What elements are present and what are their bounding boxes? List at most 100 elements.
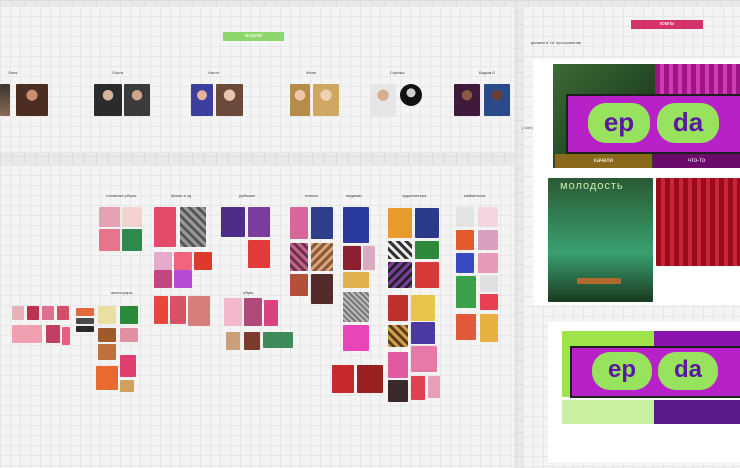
- clothing-photo[interactable]: [478, 230, 498, 250]
- clothing-photo[interactable]: [388, 352, 408, 378]
- clothing-photo[interactable]: [244, 332, 260, 350]
- clothing-photo[interactable]: [180, 207, 206, 247]
- clothing-photo[interactable]: [478, 253, 498, 273]
- curtain-reference-photo[interactable]: [656, 178, 740, 266]
- clothing-photo[interactable]: [99, 207, 120, 227]
- clothing-photo[interactable]: [76, 326, 94, 332]
- clothing-photo[interactable]: [154, 270, 172, 288]
- clothing-photo[interactable]: [46, 325, 60, 343]
- clothing-photo[interactable]: [411, 346, 437, 372]
- model-photo[interactable]: [370, 84, 396, 116]
- clothing-photo[interactable]: [248, 207, 270, 237]
- clothing-photo[interactable]: [480, 276, 498, 292]
- clothing-photo[interactable]: [428, 376, 440, 398]
- model-photo[interactable]: [400, 84, 422, 106]
- clothing-photo[interactable]: [343, 246, 361, 270]
- clothing-photo[interactable]: [98, 328, 116, 342]
- clothing-photo[interactable]: [12, 325, 42, 343]
- clothing-photo[interactable]: [122, 207, 142, 227]
- clothing-photo[interactable]: [57, 306, 69, 320]
- clothing-photo[interactable]: [154, 252, 172, 270]
- clothing-photo[interactable]: [411, 376, 425, 400]
- category-label-accessories: аксессуары: [111, 290, 133, 295]
- model-photo[interactable]: [290, 84, 310, 116]
- clothing-photo[interactable]: [96, 366, 118, 390]
- computers-section-tag[interactable]: компы: [631, 20, 703, 29]
- clothing-photo[interactable]: [343, 292, 369, 322]
- model-photo[interactable]: [313, 84, 339, 116]
- model-photo[interactable]: [94, 84, 122, 116]
- clothing-photo[interactable]: [480, 294, 498, 310]
- clothing-photo[interactable]: [170, 296, 186, 324]
- clothing-photo[interactable]: [188, 296, 210, 326]
- clothing-photo[interactable]: [174, 252, 192, 270]
- clothing-photo[interactable]: [224, 298, 242, 326]
- clothing-photo[interactable]: [388, 325, 408, 347]
- model-photo[interactable]: [16, 84, 48, 116]
- clothing-photo[interactable]: [174, 270, 192, 288]
- model-name-seryozha: Сережа: [390, 70, 405, 75]
- clothing-photo[interactable]: [456, 230, 474, 250]
- clothing-photo[interactable]: [411, 322, 435, 344]
- clothing-photo[interactable]: [311, 207, 333, 239]
- clothing-photo[interactable]: [411, 295, 435, 321]
- clothing-photo[interactable]: [98, 344, 116, 360]
- clothing-photo[interactable]: [27, 306, 39, 320]
- clothing-photo[interactable]: [478, 207, 498, 227]
- clothing-photo[interactable]: [120, 355, 136, 377]
- clothing-photo[interactable]: [388, 262, 412, 288]
- clothing-photo[interactable]: [415, 262, 439, 288]
- clothing-photo[interactable]: [415, 241, 439, 259]
- clothing-photo[interactable]: [363, 246, 375, 270]
- model-photo[interactable]: [124, 84, 150, 116]
- clothing-photo[interactable]: [12, 306, 24, 320]
- clothing-photo[interactable]: [264, 300, 278, 326]
- clothing-photo[interactable]: [122, 229, 142, 251]
- clothing-photo[interactable]: [290, 207, 308, 239]
- clothing-photo[interactable]: [62, 327, 70, 345]
- clothing-photo[interactable]: [290, 243, 308, 271]
- clothing-photo[interactable]: [343, 325, 369, 351]
- clothing-photo[interactable]: [244, 298, 262, 326]
- clothing-photo[interactable]: [311, 274, 333, 304]
- clothing-photo[interactable]: [343, 272, 369, 288]
- model-photo[interactable]: [0, 84, 10, 116]
- model-photo[interactable]: [216, 84, 243, 116]
- clothing-photo[interactable]: [388, 241, 412, 259]
- clothing-photo[interactable]: [76, 318, 94, 324]
- clothing-photo[interactable]: [415, 208, 439, 238]
- clothing-photo[interactable]: [456, 276, 476, 308]
- clothing-photo[interactable]: [99, 229, 120, 251]
- clothing-photo[interactable]: [480, 314, 498, 342]
- clothing-photo[interactable]: [120, 328, 138, 342]
- clothing-photo[interactable]: [221, 207, 245, 237]
- models-section-tag[interactable]: модели: [223, 32, 284, 41]
- clothing-photo[interactable]: [456, 314, 476, 340]
- clothing-photo[interactable]: [388, 380, 408, 402]
- clothing-photo[interactable]: [388, 295, 408, 321]
- model-photo[interactable]: [191, 84, 213, 116]
- clothing-photo[interactable]: [290, 274, 308, 296]
- model-photo[interactable]: [454, 84, 480, 116]
- category-label-dresses: платья: [305, 193, 318, 198]
- clothing-photo[interactable]: [456, 253, 474, 273]
- clothing-photo[interactable]: [343, 207, 369, 243]
- model-photo[interactable]: [484, 84, 510, 116]
- clothing-photo[interactable]: [120, 380, 134, 392]
- clothing-photo[interactable]: [76, 308, 94, 316]
- clothing-photo[interactable]: [248, 240, 270, 268]
- clothing-photo[interactable]: [226, 332, 240, 350]
- clothing-photo[interactable]: [154, 296, 168, 324]
- clothing-photo[interactable]: [154, 207, 176, 247]
- clothing-photo[interactable]: [194, 252, 212, 270]
- clothing-photo[interactable]: [332, 365, 354, 393]
- clothing-photo[interactable]: [120, 306, 138, 324]
- clothing-photo[interactable]: [357, 365, 383, 393]
- clothing-photo[interactable]: [263, 332, 293, 348]
- clothing-photo[interactable]: [98, 306, 116, 324]
- clothing-photo[interactable]: [388, 208, 412, 238]
- clothing-photo[interactable]: [42, 306, 54, 320]
- clothing-photo[interactable]: [311, 243, 333, 271]
- clothing-photo[interactable]: [456, 207, 474, 227]
- category-label-hoodies: худи/свитера: [402, 193, 427, 198]
